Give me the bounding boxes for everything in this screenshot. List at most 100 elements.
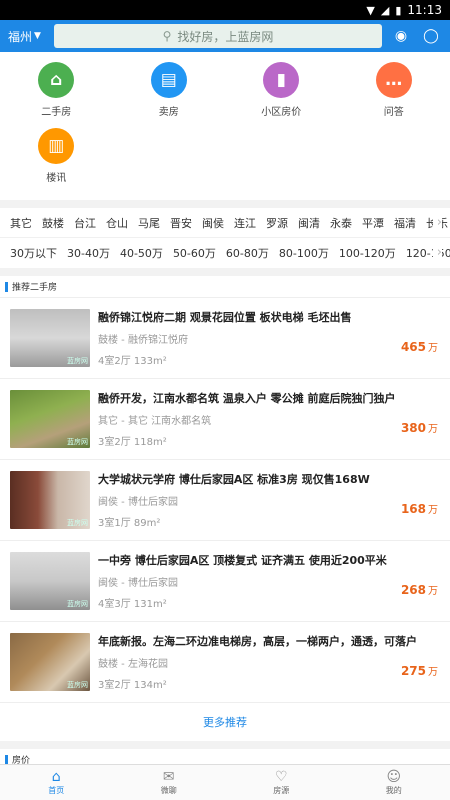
listing-item[interactable]: 蓝房网 一中旁 博仕后家园A区 顶楼复式 证齐满五 使用近200平米 闽侯 - 博仕…	[0, 541, 450, 622]
district-filter[interactable]: 平潭	[362, 215, 384, 231]
listing-title: 融侨锦江悦府二期 观景花园位置 板状电梯 毛坯出售	[98, 311, 352, 324]
price-value: 168	[400, 502, 426, 516]
price-value: 465	[400, 340, 426, 354]
home-icon: ⌂	[51, 769, 61, 785]
caret-down-icon: ▼	[34, 31, 41, 41]
search-icon: ⚲	[162, 29, 172, 43]
more-recommend-link[interactable]: 更多推荐	[0, 703, 450, 741]
quick-link-0[interactable]: ⌂ 二手房	[0, 62, 113, 122]
price-filter[interactable]: 80-100万	[279, 245, 329, 261]
listing-photo: 蓝房网	[10, 390, 90, 448]
city-label: 福州	[8, 29, 33, 44]
quick-link-label: 小区房价	[261, 107, 302, 118]
district-filter[interactable]: 福清	[394, 215, 416, 231]
price-unit: 万	[428, 424, 438, 435]
quick-link-1[interactable]: ▤ 卖房	[113, 62, 226, 122]
listing-photo: 蓝房网	[10, 309, 90, 367]
listing-price: 168 万	[401, 501, 438, 516]
district-filter[interactable]: 永泰	[330, 215, 352, 231]
quick-link-4[interactable]: ▥ 楼讯	[0, 128, 113, 188]
recommend-section-title: 推荐二手房	[0, 276, 450, 298]
district-filter[interactable]: 其它	[10, 215, 32, 231]
listing-spec: 3室1厅 89m²	[98, 518, 161, 529]
quick-link-label: 楼讯	[46, 173, 67, 184]
quick-link-2[interactable]: ▮ 小区房价	[225, 62, 338, 122]
watermark: 蓝房网	[67, 519, 88, 527]
listing-price: 268 万	[401, 582, 438, 597]
tab-heart[interactable]: ♡ 房源	[225, 765, 338, 800]
price-filter[interactable]: 50-60万	[173, 245, 216, 261]
district-filter[interactable]: 闽清	[298, 215, 320, 231]
listing-item[interactable]: 蓝房网 年底新报。左海二环边准电梯房，高层，一梯两户，通透，可落户 鼓楼 - 左海花…	[0, 622, 450, 703]
tab-user[interactable]: ☺ 我的	[338, 765, 450, 800]
price-value: 380	[400, 421, 426, 435]
quick-links: ⌂ 二手房 ▤ 卖房 ▮ 小区房价 … 问答 ▥ 楼讯	[0, 52, 450, 200]
listing-item[interactable]: 蓝房网 融侨锦江悦府二期 观景花园位置 板状电梯 毛坯出售 鼓楼 - 融侨锦江悦府 4…	[0, 298, 450, 379]
status-time: 11:13	[407, 3, 442, 17]
tab-home[interactable]: ⌂ 首页	[0, 765, 113, 800]
divider	[0, 268, 450, 276]
tab-chat[interactable]: ✉ 微聊	[113, 765, 226, 800]
quick-link-icon: ▤	[150, 62, 187, 98]
status-bar: ▼ ◢ ▮ 11:13	[0, 0, 450, 20]
chevron-right-icon[interactable]: ›	[432, 215, 442, 230]
district-filter[interactable]: 鼓楼	[42, 215, 64, 231]
price-value: 275	[400, 664, 426, 678]
wifi-icon: ▼	[366, 3, 375, 17]
tab-label: 房源	[273, 786, 290, 795]
chevron-right-icon[interactable]: ›	[432, 245, 442, 260]
listing-district: 鼓楼 - 左海花园	[98, 659, 168, 670]
signal-icon: ◢	[380, 3, 390, 17]
quick-link-label: 二手房	[41, 107, 72, 118]
profile-icon[interactable]: ◯	[420, 25, 442, 47]
price-filter[interactable]: 40-50万	[120, 245, 163, 261]
listing-item[interactable]: 蓝房网 融侨开发，江南水都名筑 温泉入户 零公摊 前庭后院独门独户 其它 - 其它 …	[0, 379, 450, 460]
price-filter[interactable]: 30万以下	[10, 245, 57, 261]
district-filter[interactable]: 闽侯	[202, 215, 224, 231]
bottom-tab-bar: ⌂ 首页 ✉ 微聊 ♡ 房源 ☺ 我的	[0, 764, 450, 800]
listing-photo: 蓝房网	[10, 552, 90, 610]
listing-photo: 蓝房网	[10, 471, 90, 529]
listing-photo: 蓝房网	[10, 633, 90, 691]
district-filter[interactable]: 仓山	[106, 215, 128, 231]
listing-district: 其它 - 其它 江南水都名筑	[98, 416, 212, 427]
quick-link-icon: ⌂	[38, 62, 75, 98]
tab-label: 微聊	[160, 786, 177, 795]
listing-district: 闽侯 - 博仕后家园	[98, 578, 178, 589]
listing-item[interactable]: 蓝房网 大学城状元学府 博仕后家园A区 标准3房 现仅售168W 闽侯 - 博仕后家…	[0, 460, 450, 541]
quick-link-3[interactable]: … 问答	[338, 62, 450, 122]
listing-price: 380 万	[401, 420, 438, 435]
district-filter[interactable]: 连江	[234, 215, 256, 231]
watermark: 蓝房网	[67, 357, 88, 365]
quick-link-icon: ▥	[38, 128, 75, 164]
search-input[interactable]: ⚲ 找好房，上蓝房网	[54, 24, 382, 48]
divider	[0, 200, 450, 208]
location-icon[interactable]: ◉	[390, 25, 412, 47]
chat-icon: ✉	[162, 769, 175, 785]
heart-icon: ♡	[274, 769, 288, 785]
district-filter[interactable]: 晋安	[170, 215, 192, 231]
listing-info: 大学城状元学府 博仕后家园A区 标准3房 现仅售168W 闽侯 - 博仕后家园 3室…	[98, 471, 440, 529]
listing-spec: 4室3厅 131m²	[98, 599, 167, 610]
tab-label: 我的	[385, 786, 402, 795]
price-filter[interactable]: 60-80万	[226, 245, 269, 261]
district-filter[interactable]: 马尾	[138, 215, 160, 231]
listing-info: 一中旁 博仕后家园A区 顶楼复式 证齐满五 使用近200平米 闽侯 - 博仕后家园…	[98, 552, 440, 610]
quick-link-label: 问答	[383, 107, 404, 118]
battery-icon: ▮	[395, 3, 402, 17]
listing-list: 蓝房网 融侨锦江悦府二期 观景花园位置 板状电梯 毛坯出售 鼓楼 - 融侨锦江悦府 4…	[0, 298, 450, 703]
watermark: 蓝房网	[67, 681, 88, 689]
district-filter[interactable]: 罗源	[266, 215, 288, 231]
listing-district: 闽侯 - 博仕后家园	[98, 497, 178, 508]
price-unit: 万	[428, 667, 438, 678]
price-filter[interactable]: 120-150万	[406, 245, 450, 261]
city-selector[interactable]: 福州 ▼	[8, 28, 46, 45]
price-value: 268	[400, 583, 426, 597]
quick-link-icon: ▮	[263, 62, 300, 98]
listing-price: 465 万	[401, 339, 438, 354]
price-filter[interactable]: 30-40万	[67, 245, 110, 261]
district-filter-row: 其它鼓楼台江仓山马尾晋安闽侯连江罗源闽清永泰平潭福清长乐›	[0, 208, 450, 238]
price-filter[interactable]: 100-120万	[339, 245, 396, 261]
divider	[0, 741, 450, 749]
district-filter[interactable]: 台江	[74, 215, 96, 231]
